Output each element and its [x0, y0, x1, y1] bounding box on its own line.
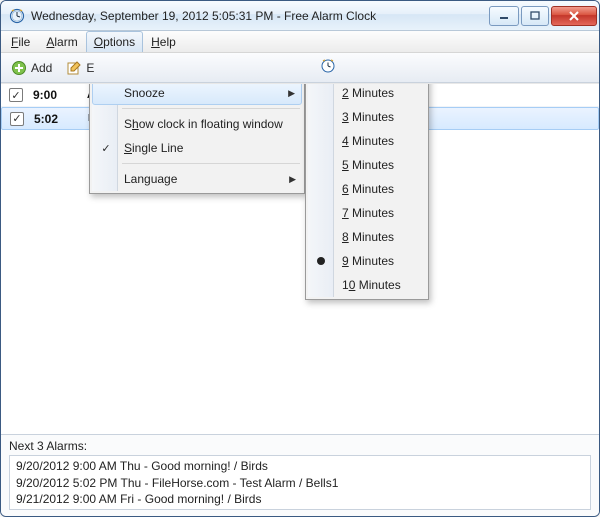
menu-options[interactable]: Options	[86, 31, 143, 52]
snooze-option[interactable]: 6 Minutes	[308, 177, 426, 201]
add-button[interactable]: Add	[7, 58, 56, 78]
maximize-icon	[530, 11, 540, 21]
close-button[interactable]	[551, 6, 597, 26]
menu-help[interactable]: Help	[143, 31, 184, 52]
app-window: Wednesday, September 19, 2012 5:05:31 PM…	[0, 0, 600, 517]
snooze-submenu: 1 Minute 2 Minutes 3 Minutes 4 Minutes 5…	[305, 83, 429, 300]
edit-button[interactable]: E	[62, 58, 98, 78]
minimize-button[interactable]	[489, 6, 519, 26]
snooze-option[interactable]: 9 Minutes	[308, 249, 426, 273]
snooze-clock-icon	[320, 58, 336, 74]
snooze-option[interactable]: 3 Minutes	[308, 105, 426, 129]
titlebar[interactable]: Wednesday, September 19, 2012 5:05:31 PM…	[1, 1, 599, 31]
option-floating-window[interactable]: Show clock in floating window	[92, 112, 302, 136]
snooze-option[interactable]: 7 Minutes	[308, 201, 426, 225]
snooze-option[interactable]: 8 Minutes	[308, 225, 426, 249]
edit-label-fragment: E	[86, 61, 94, 75]
close-icon	[568, 10, 580, 22]
upcoming-alarm: 9/21/2012 9:00 AM Fri - Good morning! / …	[16, 491, 584, 507]
check-icon: ✓	[98, 142, 114, 155]
menu-file[interactable]: File	[3, 31, 38, 52]
alarm-time: 5:02	[34, 112, 86, 126]
add-icon	[11, 60, 27, 76]
maximize-button[interactable]	[521, 6, 549, 26]
window-title: Wednesday, September 19, 2012 5:05:31 PM…	[31, 9, 487, 23]
status-header: Next 3 Alarms:	[9, 439, 591, 453]
app-clock-icon	[9, 8, 25, 24]
snooze-option[interactable]: 5 Minutes	[308, 153, 426, 177]
status-panel: Next 3 Alarms: 9/20/2012 9:00 AM Thu - G…	[1, 434, 599, 516]
minimize-icon	[499, 11, 509, 21]
menu-separator	[122, 108, 300, 109]
option-single-line[interactable]: ✓ Single Line	[92, 136, 302, 160]
option-snooze[interactable]: Snooze ▶	[92, 83, 302, 105]
menu-separator	[122, 163, 300, 164]
snooze-option[interactable]: 2 Minutes	[308, 83, 426, 105]
toolbar: Add E	[1, 53, 599, 83]
menubar: File Alarm Options Help	[1, 31, 599, 53]
upcoming-alarms-list: 9/20/2012 9:00 AM Thu - Good morning! / …	[9, 455, 591, 510]
submenu-arrow-icon: ▶	[288, 88, 295, 99]
snooze-option[interactable]: 4 Minutes	[308, 129, 426, 153]
edit-icon	[66, 60, 82, 76]
upcoming-alarm: 9/20/2012 9:00 AM Thu - Good morning! / …	[16, 458, 584, 474]
option-language[interactable]: Language ▶	[92, 167, 302, 191]
add-label: Add	[31, 61, 52, 75]
snooze-option[interactable]: 10 Minutes	[308, 273, 426, 297]
window-controls	[487, 6, 597, 26]
alarm-checkbox[interactable]: ✓	[10, 112, 24, 126]
alarm-time: 9:00	[33, 88, 85, 102]
alarm-checkbox[interactable]: ✓	[9, 88, 23, 102]
alarm-list: ✓ 9:00 A ✓ 5:02 P ✓ Run at Windows start…	[1, 83, 599, 434]
submenu-arrow-icon: ▶	[289, 174, 296, 185]
options-dropdown: ✓ Run at Windows startup Snooze ▶ Show c…	[89, 83, 305, 194]
upcoming-alarm: 9/20/2012 5:02 PM Thu - FileHorse.com - …	[16, 475, 584, 491]
menu-alarm[interactable]: Alarm	[38, 31, 85, 52]
radio-dot-icon	[317, 257, 325, 265]
